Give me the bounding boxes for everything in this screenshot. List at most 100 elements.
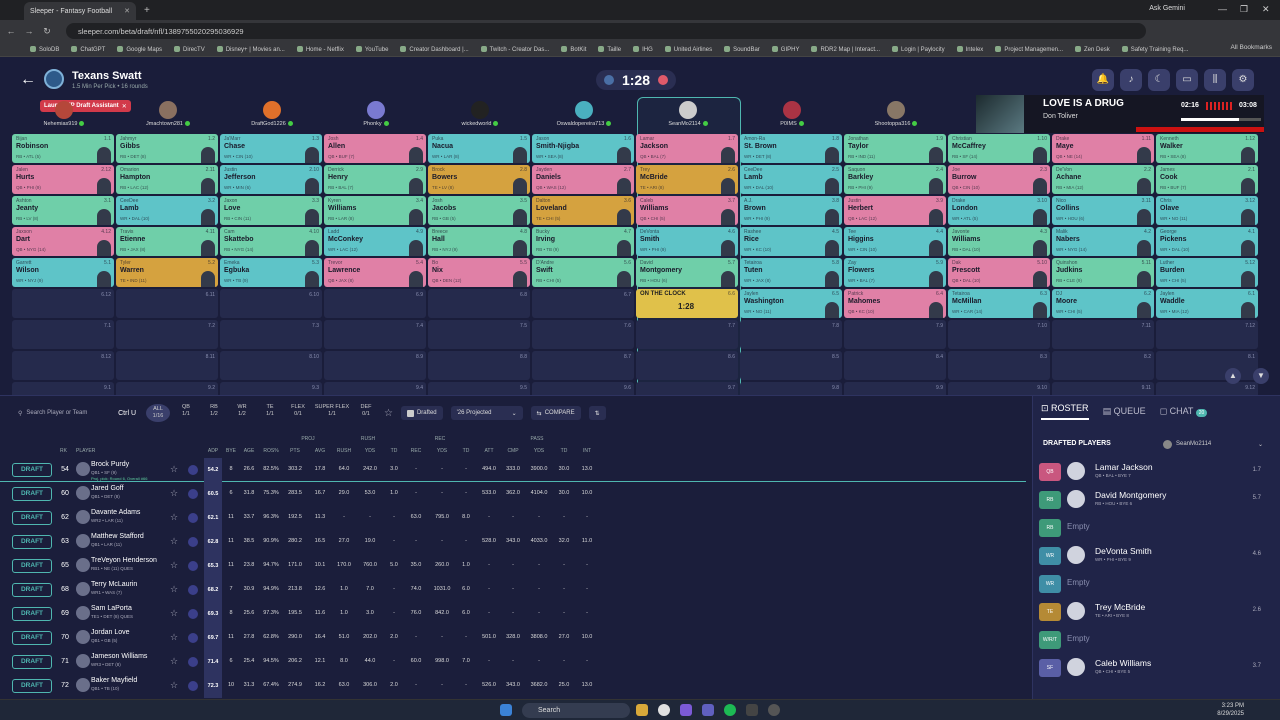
queue-icon[interactable] — [188, 561, 198, 571]
pick-cell[interactable]: Tee Higgins WR • CIN (10) 4.4 — [844, 227, 946, 256]
column-header[interactable]: TD — [556, 448, 572, 454]
url-input[interactable]: sleeper.com/beta/draft/nfl/1389755020295… — [66, 23, 1146, 39]
sound-icon[interactable]: ♪ — [1120, 69, 1142, 91]
roster-slot[interactable]: TE Trey McBride TE • ARI • BYE 8 2.6 — [1033, 598, 1273, 626]
bookmark-link[interactable]: Project Managemen... — [995, 46, 1063, 53]
pick-cell[interactable]: DeVonta Smith WR • PHI (9) 4.6 — [636, 227, 738, 256]
pick-cell[interactable]: Trevor Lawrence QB • JAX (8) 5.4 — [324, 258, 426, 287]
player-row[interactable]: DRAFT 71 Jameson Williams WR3 • DET (8) ☆ 71.… — [0, 650, 1026, 674]
bookmark-link[interactable]: Google Maps — [117, 46, 162, 53]
pick-cell[interactable]: Justin Herbert QB • LAC (12) 3.9 — [844, 196, 946, 225]
position-tab-rb[interactable]: RB 1/2 — [202, 404, 226, 422]
settings-icon[interactable]: ⚙ — [1232, 69, 1254, 91]
pick-cell[interactable]: Puka Nacua WR • LAR (8) 1.5 — [428, 134, 530, 163]
pick-cell[interactable]: Nico Collins WR • HOU (6) 3.11 — [1052, 196, 1154, 225]
pick-cell[interactable]: Ashton Jeanty RB • LV (8) 3.1 — [12, 196, 114, 225]
bookmark-link[interactable]: United Airlines — [665, 46, 712, 53]
empty-pick-cell[interactable]: 7.12 — [1156, 320, 1258, 349]
team-header[interactable]: Shootoppa316 — [844, 97, 948, 133]
empty-pick-cell[interactable]: 7.4 — [324, 320, 426, 349]
player-row[interactable]: DRAFT 69 Sam LaPorta TE1 • DET (8) QUES ☆ 69.… — [0, 602, 1026, 626]
draft-button[interactable]: DRAFT — [12, 511, 52, 525]
back-arrow-icon[interactable]: ← — [20, 71, 36, 89]
pick-cell[interactable]: Drake Maye QB • NE (14) 1.11 — [1052, 134, 1154, 163]
star-icon[interactable]: ☆ — [170, 656, 178, 667]
team-header[interactable]: P0IMS — [740, 97, 844, 133]
column-header[interactable]: BYE — [223, 448, 239, 454]
star-icon[interactable]: ☆ — [170, 536, 178, 547]
pick-cell[interactable]: Derrick Henry RB • BAL (7) 2.9 — [324, 165, 426, 194]
column-header[interactable]: YDS — [362, 448, 378, 454]
bookmark-link[interactable]: Taille — [598, 46, 621, 53]
star-icon[interactable]: ☆ — [170, 488, 178, 499]
pause-icon[interactable] — [658, 75, 669, 85]
minimize-icon[interactable]: — — [1218, 4, 1227, 14]
all-bookmarks-link[interactable]: All Bookmarks — [1230, 44, 1272, 51]
windows-start-icon[interactable] — [500, 704, 512, 716]
empty-pick-cell[interactable]: 7.10 — [948, 320, 1050, 349]
bookmark-link[interactable]: IHG — [633, 46, 653, 53]
pick-cell[interactable]: George Pickens WR • DAL (10) 4.1 — [1156, 227, 1258, 256]
team-header[interactable]: Oswaldopereira713 — [532, 97, 636, 133]
pick-cell[interactable]: Dalton Loveland TE • CHI (5) 3.6 — [532, 196, 634, 225]
position-tab-te[interactable]: TE 1/1 — [258, 404, 282, 422]
pick-cell[interactable]: Garrett Wilson WR • NYJ (9) 5.1 — [12, 258, 114, 287]
pick-cell[interactable]: Rashee Rice WR • KC (10) 4.5 — [740, 227, 842, 256]
search-input[interactable]: Search Player or Team — [26, 410, 87, 416]
empty-pick-cell[interactable]: 6.10 — [220, 289, 322, 318]
empty-pick-cell[interactable]: 7.1 — [12, 320, 114, 349]
column-header[interactable]: CMP — [505, 448, 521, 454]
draft-button[interactable]: DRAFT — [12, 679, 52, 693]
ask-gemini-button[interactable]: Ask Gemini — [1149, 5, 1185, 12]
star-icon[interactable]: ☆ — [170, 584, 178, 595]
reload-icon[interactable]: ↻ — [40, 26, 54, 37]
pick-cell[interactable]: Bo Nix QB • DEN (12) 5.5 — [428, 258, 530, 287]
bookmark-link[interactable]: Creator Dashboard |... — [400, 46, 468, 53]
team-header[interactable]: DraftGod1226 — [220, 97, 324, 133]
pick-cell[interactable]: Josh Jacobs RB • GB (5) 3.5 — [428, 196, 530, 225]
bookmark-link[interactable]: Safety Training Req... — [1122, 46, 1189, 53]
window-close-icon[interactable]: ✕ — [1262, 4, 1270, 15]
pick-cell[interactable]: Jonathan Taylor RB • IND (11) 1.9 — [844, 134, 946, 163]
empty-pick-cell[interactable]: 6.7 — [532, 289, 634, 318]
pick-cell[interactable]: Jahmyr Gibbs RB • DET (8) 1.2 — [116, 134, 218, 163]
player-row[interactable]: DRAFT 63 Matthew Stafford QB1 • LAR (11) ☆ 62… — [0, 530, 1026, 554]
pick-cell[interactable]: Jayden Daniels QB • WAS (12) 2.7 — [532, 165, 634, 194]
pick-cell[interactable]: CeeDee Lamb WR • DAL (10) 2.5 — [740, 165, 842, 194]
draft-button[interactable]: DRAFT — [12, 583, 52, 597]
column-header[interactable]: PTS — [287, 448, 303, 454]
pick-cell[interactable]: Josh Allen QB • BUF (7) 1.4 — [324, 134, 426, 163]
projection-select[interactable]: '26 Projected ⌄ — [450, 406, 523, 420]
pick-cell[interactable]: David Montgomery RB • HOU (6) 5.7 — [636, 258, 738, 287]
empty-pick-cell[interactable]: 6.9 — [324, 289, 426, 318]
star-icon[interactable]: ☆ — [170, 560, 178, 571]
column-header[interactable]: RUSH — [336, 448, 352, 454]
empty-pick-cell[interactable]: 8.1 — [1156, 351, 1258, 380]
star-icon[interactable]: ☆ — [170, 464, 178, 475]
team-select[interactable]: SeanMo2114 ⌄ — [1163, 438, 1263, 450]
bookmark-link[interactable]: Home - Netflix — [297, 46, 344, 53]
empty-pick-cell[interactable]: 6.11 — [116, 289, 218, 318]
star-icon[interactable]: ☆ — [170, 680, 178, 691]
star-icon[interactable]: ☆ — [170, 608, 178, 619]
pick-cell[interactable]: Saquon Barkley RB • PHI (9) 2.4 — [844, 165, 946, 194]
pick-cell[interactable]: Bucky Irving RB • TB (9) 4.7 — [532, 227, 634, 256]
player-row[interactable]: DRAFT 70 Jordan Love QB1 • GB (5) ☆ 69.7 11 27.… — [0, 626, 1026, 650]
empty-pick-cell[interactable]: 7.5 — [428, 320, 530, 349]
bookmark-link[interactable]: SoloDB — [30, 46, 59, 53]
draft-button[interactable]: DRAFT — [12, 607, 52, 621]
tab-chat[interactable]: ◻ CHAT 20 — [1160, 406, 1208, 417]
column-header[interactable]: INT — [579, 448, 595, 454]
pick-cell[interactable]: Joe Burrow QB • CIN (10) 2.3 — [948, 165, 1050, 194]
pick-cell[interactable]: Bijan Robinson RB • ATL (5) 1.1 — [12, 134, 114, 163]
empty-pick-cell[interactable]: 8.6 — [636, 351, 738, 380]
team-header[interactable]: Jmachtown281 — [116, 97, 220, 133]
player-row[interactable]: DRAFT 68 Terry McLaurin WR1 • WAS (7) ☆ 68.2 7… — [0, 578, 1026, 602]
pick-cell[interactable]: Tetairoa McMillan WR • CAR (14) 6.3 — [948, 289, 1050, 318]
bookmark-link[interactable]: Login | Paylocity — [892, 46, 945, 53]
position-tab-flex[interactable]: FLEX 0/1 — [286, 404, 310, 422]
file-explorer-icon[interactable] — [636, 704, 648, 716]
pick-cell[interactable]: Emeka Egbuka WR • TB (9) 5.3 — [220, 258, 322, 287]
app-icon[interactable] — [702, 704, 714, 716]
drafted-toggle[interactable]: Drafted — [400, 406, 443, 420]
